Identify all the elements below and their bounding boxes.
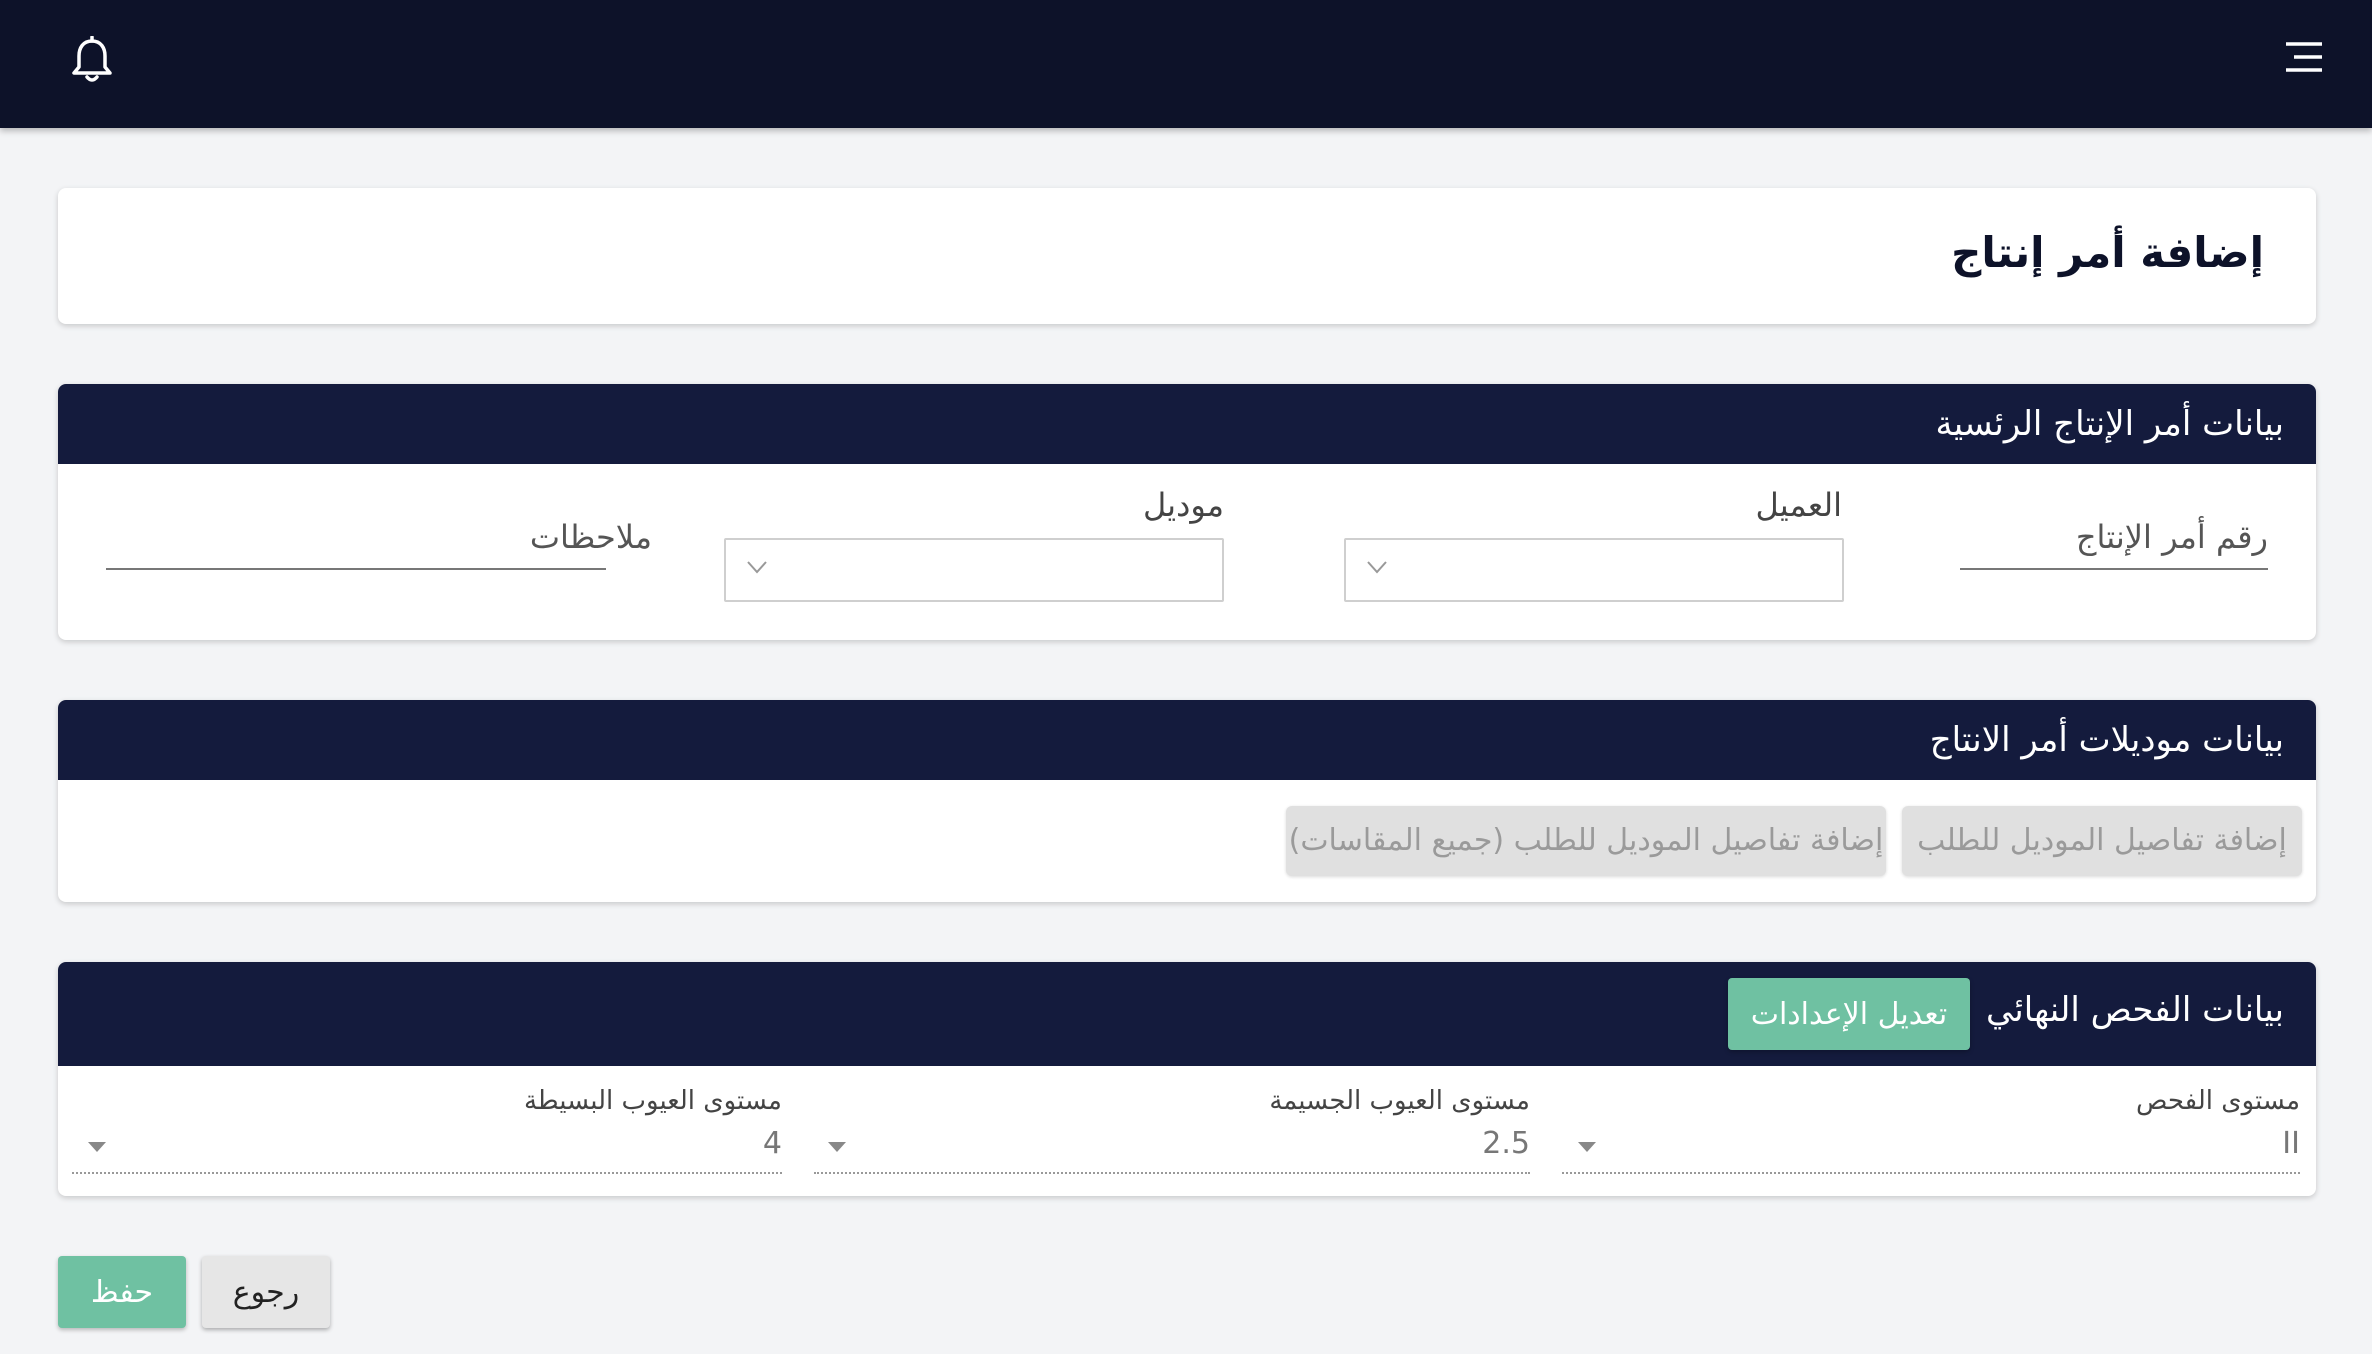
inspection-level-select[interactable] xyxy=(1562,1172,2300,1174)
chevron-down-icon xyxy=(747,561,767,574)
bell-icon[interactable] xyxy=(70,36,114,84)
caret-down-icon[interactable] xyxy=(828,1142,846,1152)
caret-down-icon[interactable] xyxy=(1578,1142,1596,1152)
back-button[interactable]: رجوع xyxy=(202,1256,330,1328)
models-section: بيانات موديلات أمر الانتاج إضافة تفاصيل … xyxy=(58,700,2316,902)
inspection-level-value[interactable]: II xyxy=(2282,1126,2300,1161)
models-header: بيانات موديلات أمر الانتاج xyxy=(58,700,2316,780)
major-defects-value[interactable]: 2.5 xyxy=(1482,1126,1530,1161)
main-data-section: بيانات أمر الإنتاج الرئسية رقم أمر الإنت… xyxy=(58,384,2316,640)
inspection-level-label: مستوى الفحص xyxy=(2136,1086,2300,1116)
add-model-details-all-sizes-button[interactable]: إضافة تفاصيل الموديل للطلب (جميع المقاسا… xyxy=(1286,806,1886,876)
minor-defects-value[interactable]: 4 xyxy=(763,1126,782,1161)
major-defects-label: مستوى العيوب الجسيمة xyxy=(1269,1086,1530,1116)
order-number-underline xyxy=(1960,568,2268,570)
customer-select[interactable] xyxy=(1344,538,1844,602)
models-title: بيانات موديلات أمر الانتاج xyxy=(1929,720,2284,760)
model-select[interactable] xyxy=(724,538,1224,602)
page-title: إضافة أمر إنتاج xyxy=(1951,228,2264,277)
minor-defects-select[interactable] xyxy=(72,1172,782,1174)
customer-label: العميل xyxy=(1755,486,1842,524)
minor-defects-label: مستوى العيوب البسيطة xyxy=(523,1086,782,1116)
final-inspection-header: بيانات الفحص النهائي تعديل الإعدادات xyxy=(58,962,2316,1066)
page-title-card: إضافة أمر إنتاج xyxy=(58,188,2316,324)
final-inspection-title: بيانات الفحص النهائي xyxy=(1985,990,2284,1030)
notes-underline xyxy=(106,568,606,570)
save-button[interactable]: حفظ xyxy=(58,1256,186,1328)
major-defects-select[interactable] xyxy=(814,1172,1530,1174)
model-label: موديل xyxy=(1142,486,1224,524)
top-navbar xyxy=(0,0,2372,128)
main-data-header: بيانات أمر الإنتاج الرئسية xyxy=(58,384,2316,464)
order-number-input[interactable]: رقم أمر الإنتاج xyxy=(2076,518,2268,556)
edit-settings-button[interactable]: تعديل الإعدادات xyxy=(1728,978,1970,1050)
hamburger-menu-icon[interactable] xyxy=(2284,40,2324,74)
add-model-details-button[interactable]: إضافة تفاصيل الموديل للطلب xyxy=(1902,806,2302,876)
caret-down-icon[interactable] xyxy=(88,1142,106,1152)
main-data-title: بيانات أمر الإنتاج الرئسية xyxy=(1935,404,2284,444)
chevron-down-icon xyxy=(1367,561,1387,574)
notes-input[interactable]: ملاحظات xyxy=(530,518,652,556)
final-inspection-section: بيانات الفحص النهائي تعديل الإعدادات مست… xyxy=(58,962,2316,1196)
